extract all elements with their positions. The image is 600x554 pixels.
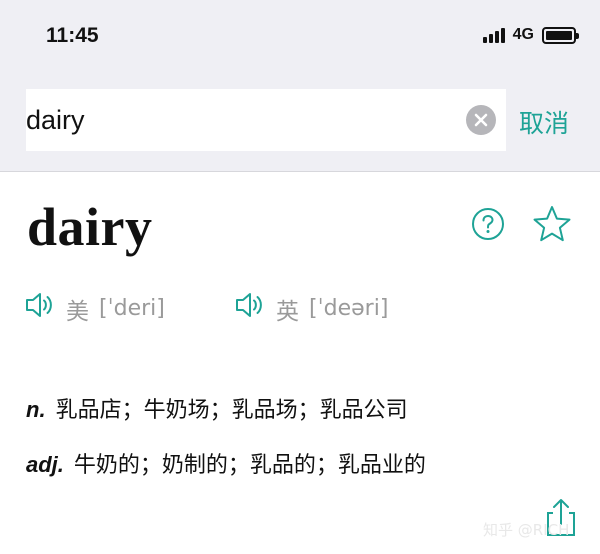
part-of-speech: adj.: [26, 452, 64, 477]
clear-icon[interactable]: [466, 105, 496, 135]
speaker-icon[interactable]: [24, 290, 56, 327]
part-of-speech: n.: [26, 397, 46, 422]
pronunciation-region: 美: [66, 298, 89, 325]
phonetic-text: [ˈdeəri]: [309, 296, 389, 321]
star-icon[interactable]: [532, 204, 572, 249]
cancel-button[interactable]: 取消: [519, 104, 569, 140]
status-indicators: 4G: [482, 26, 579, 44]
phonetic-text: [ˈderi]: [99, 296, 165, 321]
status-time: 11:45: [46, 24, 99, 47]
network-type: 4G: [512, 26, 534, 43]
definition-row: n. 乳品店；牛奶场；乳品场；乳品公司: [26, 392, 408, 424]
signal-icon: [482, 27, 505, 43]
help-icon[interactable]: [471, 207, 505, 246]
definition-row: adj. 牛奶的；奶制的；乳品的；乳品业的: [26, 447, 426, 479]
pronunciation-uk[interactable]: 英 [ˈdeəri]: [234, 290, 388, 327]
definition-text: 乳品店；牛奶场；乳品场；乳品公司: [55, 398, 408, 423]
pronunciation-us[interactable]: 美 [ˈderi]: [24, 290, 165, 327]
pronunciation-region: 英: [276, 298, 299, 325]
search-box[interactable]: [26, 89, 506, 151]
search-input[interactable]: [26, 104, 446, 136]
battery-icon: [542, 26, 579, 44]
speaker-icon[interactable]: [234, 290, 266, 327]
entry-word: dairy: [27, 197, 153, 257]
watermark: 知乎 @RICH: [483, 521, 570, 539]
top-bar: 11:45 4G 取消: [0, 0, 600, 172]
definition-text: 牛奶的；奶制的；乳品的；乳品业的: [73, 453, 426, 478]
